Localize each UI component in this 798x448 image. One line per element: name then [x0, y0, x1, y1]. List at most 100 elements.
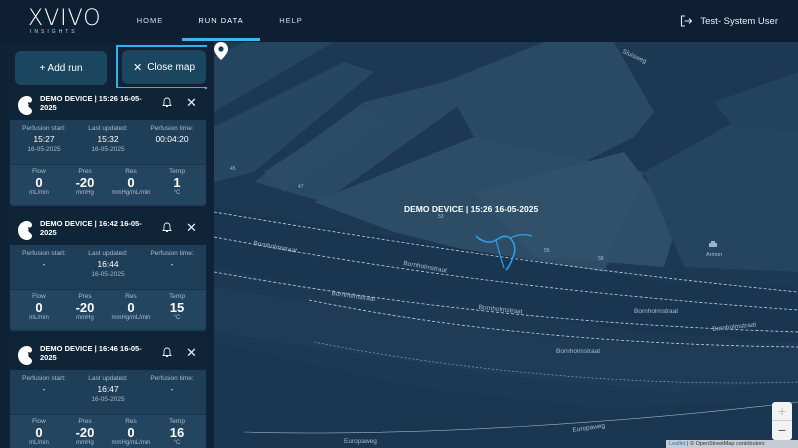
zoom-out-button[interactable]: −	[772, 421, 792, 440]
metric-label: Flow	[32, 293, 46, 300]
metric-label: Temp	[169, 418, 185, 425]
metric-label: Pres	[78, 168, 92, 175]
building-number: 55	[544, 248, 550, 254]
remove-run-button[interactable]: ✕	[186, 221, 197, 235]
metric-pres: Pres -20 mmHg	[62, 290, 108, 321]
location-pin-icon[interactable]	[214, 42, 228, 60]
street-label-europaweg: Europaweg	[344, 438, 377, 445]
metric-label: Flow	[32, 418, 46, 425]
last-updated: Last updated: 16:47 16-05-2025	[78, 370, 138, 403]
nav-run-data[interactable]: RUN DATA	[182, 0, 260, 42]
nav-home[interactable]: HOME	[130, 0, 170, 42]
metric-value: 0	[35, 300, 43, 315]
metric-value: 0	[127, 175, 135, 190]
close-icon: ✕	[132, 61, 143, 74]
run-card[interactable]: DEMO DEVICE | 16:46 16-05-2025 ✕ Perfusi…	[10, 338, 206, 448]
nav-active-indicator	[182, 38, 260, 41]
metric-flow: Flow 0 mL/min	[16, 415, 62, 446]
metric-value: -20	[75, 300, 95, 315]
building-number: 45	[230, 166, 236, 172]
last-updated: Last updated: 15:32 16-05-2025	[78, 120, 138, 153]
remove-run-button[interactable]: ✕	[186, 346, 197, 360]
map-view[interactable]: Sluisweg Bornholmstraat Bornholmstraat B…	[214, 42, 798, 448]
metric-pres: Pres -20 mmHg	[62, 415, 108, 446]
perfusion-time: Perfusion time: -	[142, 370, 202, 394]
last-updated-time: 16:47	[97, 384, 119, 394]
perfusion-start-label: Perfusion start:	[22, 125, 66, 132]
run-card-title: DEMO DEVICE | 16:42 16-05-2025	[40, 219, 142, 237]
last-updated-date: 16-05-2025	[91, 396, 125, 403]
kidney-icon	[18, 346, 35, 365]
metric-value: 15	[169, 300, 185, 315]
last-updated-label: Last updated:	[88, 250, 128, 257]
metric-unit: °C	[173, 440, 181, 446]
metric-unit: mmHg/mL/min	[111, 440, 151, 446]
run-card-times: Perfusion start: 15:27 16-05-2025 Last u…	[10, 120, 206, 164]
bell-icon[interactable]	[162, 222, 172, 233]
close-map-button[interactable]: ✕ Close map	[122, 50, 206, 84]
run-card[interactable]: DEMO DEVICE | 16:42 16-05-2025 ✕ Perfusi…	[10, 213, 206, 331]
run-card-header: DEMO DEVICE | 15:26 16-05-2025 ✕	[10, 88, 206, 120]
metric-flow: Flow 0 mL/min	[16, 165, 62, 196]
nav-help[interactable]: HELP	[272, 0, 310, 42]
metric-res: Res 0 mmHg/mL/min	[108, 290, 154, 321]
metric-value: 0	[35, 175, 43, 190]
run-card[interactable]: DEMO DEVICE | 15:26 16-05-2025 ✕ Perfusi…	[10, 88, 206, 206]
metric-unit: mmHg/mL/min	[111, 315, 151, 321]
last-updated-date: 16-05-2025	[91, 271, 125, 278]
run-card-header: DEMO DEVICE | 16:46 16-05-2025 ✕	[10, 338, 206, 370]
poi-label: Armon	[706, 252, 723, 258]
building-number: 58	[598, 256, 604, 262]
last-updated-time: 15:32	[97, 134, 119, 144]
add-run-button[interactable]: + Add run	[15, 51, 107, 85]
map-attribution: Leaflet | © OpenStreetMap contributors	[666, 440, 798, 448]
close-map-focus-ring: ✕ Close map	[116, 45, 212, 89]
metric-label: Temp	[169, 168, 185, 175]
metric-unit: mmHg/mL/min	[111, 190, 151, 196]
street-label-bornholmstraat: Bornholmstraat	[634, 308, 679, 315]
user-name: Test- System User	[700, 15, 778, 27]
map-building	[714, 72, 798, 132]
last-updated-label: Last updated:	[88, 375, 128, 382]
perfusion-start: Perfusion start: -	[14, 370, 74, 396]
run-sidebar: + Add run ✕ Close map DEMO DEVICE | 15:2…	[0, 42, 214, 448]
metric-unit: mL/min	[29, 440, 49, 446]
remove-run-button[interactable]: ✕	[186, 96, 197, 110]
poi-icon	[709, 241, 717, 247]
last-updated-label: Last updated:	[88, 125, 128, 132]
sidebar-scrollbar[interactable]	[207, 42, 214, 448]
user-menu[interactable]: Test- System User	[680, 0, 778, 42]
metric-unit: mmHg	[76, 440, 94, 446]
metric-res: Res 0 mmHg/mL/min	[108, 415, 154, 446]
metric-temp: Temp 1 °C	[154, 165, 200, 196]
metric-unit: °C	[173, 190, 181, 196]
perfusion-start-time: 15:27	[33, 134, 55, 144]
bell-icon[interactable]	[162, 347, 172, 358]
perfusion-time: Perfusion time: 00:04:20	[142, 120, 202, 144]
metric-value: 0	[35, 425, 43, 440]
run-card-header: DEMO DEVICE | 16:42 16-05-2025 ✕	[10, 213, 206, 245]
metric-label: Flow	[32, 168, 46, 175]
metric-label: Pres	[78, 293, 92, 300]
metric-unit: mmHg	[76, 315, 94, 321]
metric-temp: Temp 15 °C	[154, 290, 200, 321]
perfusion-start: Perfusion start: -	[14, 245, 74, 271]
perfusion-time-label: Perfusion time:	[150, 375, 194, 382]
logo[interactable]: XVIVO INSIGHTS	[28, 6, 108, 38]
bell-icon[interactable]	[162, 97, 172, 108]
perfusion-start: Perfusion start: 15:27 16-05-2025	[14, 120, 74, 153]
perfusion-time-label: Perfusion time:	[150, 250, 194, 257]
last-updated-time: 16:44	[97, 259, 119, 269]
zoom-in-button[interactable]: +	[772, 402, 792, 421]
run-card-title: DEMO DEVICE | 15:26 16-05-2025	[40, 94, 142, 112]
attribution-leaflet-link[interactable]: Leaflet	[669, 441, 686, 447]
metric-value: 0	[127, 425, 135, 440]
metric-flow: Flow 0 mL/min	[16, 290, 62, 321]
metric-label: Res	[125, 418, 137, 425]
perfusion-time-value: 00:04:20	[155, 134, 189, 144]
metric-unit: mmHg	[76, 190, 94, 196]
kidney-icon	[18, 96, 35, 115]
metric-value: -20	[75, 425, 95, 440]
perfusion-start-label: Perfusion start:	[22, 375, 66, 382]
perfusion-start-time: -	[42, 259, 46, 269]
